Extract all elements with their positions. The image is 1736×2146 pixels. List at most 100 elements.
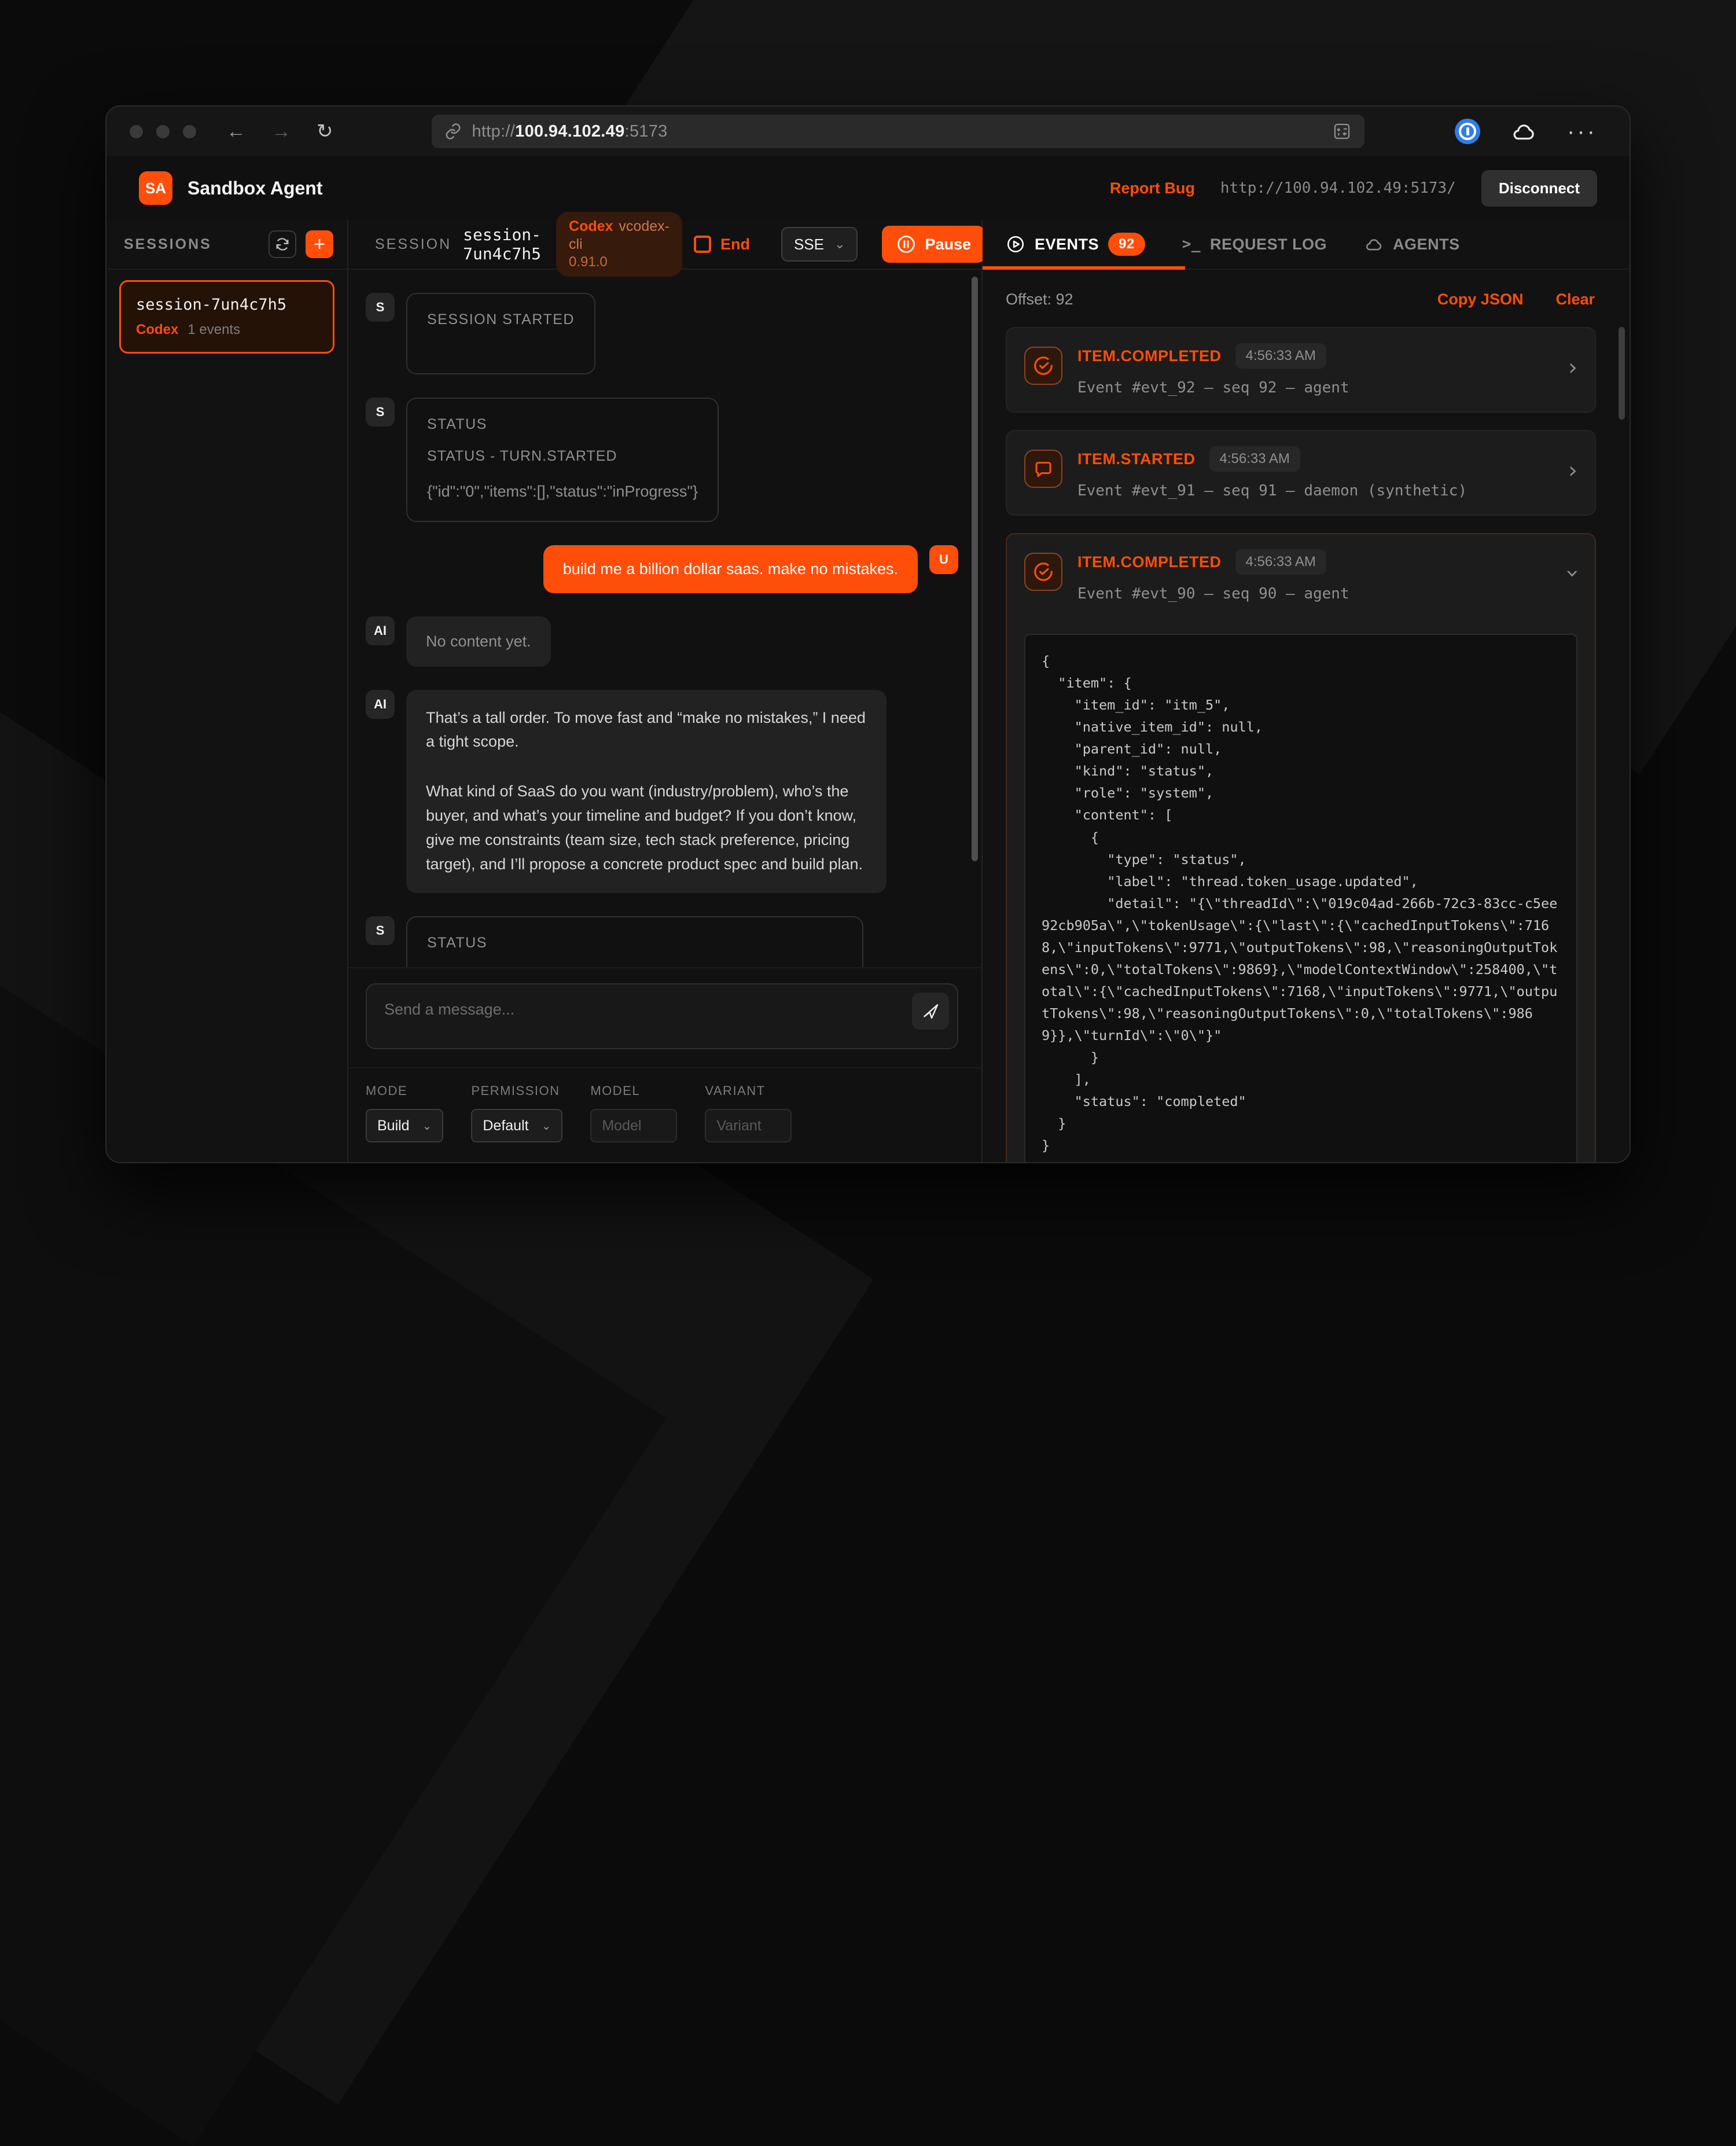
user-avatar: U [929, 545, 958, 574]
tab-events[interactable]: EVENTS 92 [1006, 233, 1145, 256]
report-bug-link[interactable]: Report Bug [1110, 179, 1195, 197]
event-summary: Event #evt_90 — seq 90 — agent [1077, 585, 1553, 602]
refresh-icon [274, 236, 290, 252]
ai-paragraph: What kind of SaaS do you want (industry/… [426, 780, 867, 876]
new-session-button[interactable]: + [306, 230, 333, 258]
system-message: S STATUS STATUS - THREAD.TOKEN_USAGE.UPD… [366, 916, 958, 967]
events-scrollbar[interactable] [1619, 327, 1625, 420]
message-list[interactable]: S SESSION STARTED S STATUS STATUS - TURN… [348, 270, 981, 967]
cloud-icon[interactable] [1510, 121, 1537, 142]
message-title: SESSION STARTED [427, 311, 575, 328]
event-type: ITEM.COMPLETED [1077, 553, 1222, 571]
window-controls [130, 125, 196, 138]
model-label: MODEL [590, 1083, 677, 1098]
event-time: 4:56:33 AM [1209, 446, 1300, 472]
pause-button[interactable]: Pause [882, 226, 985, 263]
ai-paragraph: That’s a tall order. To move fast and “m… [426, 706, 867, 755]
events-count-badge: 92 [1108, 233, 1145, 256]
chevron-right-icon[interactable]: › [1568, 356, 1577, 379]
chat-bubble-icon [1024, 450, 1062, 488]
variant-input[interactable] [705, 1109, 792, 1142]
forward-icon[interactable]: → [271, 120, 291, 143]
session-agent-label: Codex [136, 322, 178, 338]
tab-agents[interactable]: AGENTS [1364, 236, 1460, 253]
transport-select[interactable]: SSE⌄ [781, 227, 858, 262]
system-message: S STATUS STATUS - TURN.STARTED {"id":"0"… [366, 398, 958, 522]
message-payload: {"id":"0","items":[],"status":"inProgres… [427, 480, 698, 504]
address-bar[interactable]: http://100.94.102.49:5173 [432, 115, 1364, 148]
maximize-window-button[interactable] [183, 125, 196, 138]
session-name: session-7un4c7h5 [136, 296, 318, 314]
ai-message: AI No content yet. [366, 616, 958, 667]
permission-label: PERMISSION [471, 1083, 562, 1098]
url-text: http://100.94.102.49:5173 [472, 122, 668, 141]
event-card[interactable]: ITEM.COMPLETED 4:56:33 AM Event #evt_92 … [1006, 327, 1596, 413]
clear-button[interactable]: Clear [1555, 291, 1595, 308]
browser-chrome: ← → ↻ http://100.94.102.49:5173 ··· [106, 106, 1630, 156]
ai-avatar: AI [366, 616, 395, 645]
session-event-count: 1 events [187, 322, 240, 338]
events-list[interactable]: ITEM.COMPLETED 4:56:33 AM Event #evt_92 … [983, 322, 1630, 1162]
minimize-window-button[interactable] [156, 125, 170, 138]
disconnect-button[interactable]: Disconnect [1481, 170, 1597, 207]
mode-label: MODE [366, 1083, 443, 1098]
permission-select[interactable]: Default⌄ [471, 1109, 562, 1142]
refresh-sessions-button[interactable] [269, 230, 296, 258]
tab-request-log[interactable]: >_ REQUEST LOG [1182, 236, 1327, 253]
password-manager-icon[interactable] [1455, 119, 1480, 144]
event-card-expanded[interactable]: ITEM.COMPLETED 4:56:33 AM Event #evt_90 … [1006, 533, 1596, 1162]
session-list-item[interactable]: session-7un4c7h5 Codex 1 events [119, 280, 334, 354]
chevron-down-icon: ⌄ [422, 1119, 432, 1133]
message-title: STATUS [427, 416, 698, 433]
more-menu-icon[interactable]: ··· [1567, 119, 1597, 145]
mode-select[interactable]: Build⌄ [366, 1109, 443, 1142]
copy-json-button[interactable]: Copy JSON [1437, 291, 1524, 308]
message-subtitle: STATUS - TURN.STARTED [427, 448, 698, 465]
variant-label: VARIANT [705, 1083, 792, 1098]
model-input[interactable] [590, 1109, 677, 1142]
session-label: SESSION [375, 236, 451, 253]
sessions-sidebar: SESSIONS + session-7un4c7h5 Codex 1 even… [106, 220, 348, 1162]
events-panel: EVENTS 92 >_ REQUEST LOG AGENTS Offset: … [983, 220, 1630, 1162]
ai-message: AI That’s a tall order. To move fast and… [366, 690, 958, 893]
agent-badge: Codexvcodex-cli 0.91.0 [556, 212, 682, 277]
event-json-payload: { "item": { "item_id": "itm_5", "native_… [1024, 634, 1577, 1162]
check-circle-icon [1024, 347, 1062, 385]
browser-window: ← → ↻ http://100.94.102.49:5173 ··· SA S… [105, 105, 1631, 1163]
play-circle-icon [1006, 234, 1025, 254]
active-tab-indicator [983, 266, 1185, 270]
app-title: Sandbox Agent [187, 178, 322, 199]
avatar: S [366, 293, 395, 322]
chevron-down-icon: ⌄ [834, 237, 845, 252]
chevron-down-icon[interactable]: › [1561, 569, 1584, 578]
offset-label: Offset: 92 [1006, 291, 1073, 308]
message-title: STATUS [427, 935, 843, 951]
chevron-right-icon[interactable]: › [1568, 459, 1577, 482]
chat-scrollbar[interactable] [972, 277, 978, 861]
ai-message-text: No content yet. [406, 616, 551, 667]
end-checkbox[interactable] [694, 236, 711, 253]
back-icon[interactable]: ← [226, 120, 246, 143]
end-label: End [720, 236, 750, 253]
cloud-icon [1364, 236, 1384, 252]
app-logo: SA [139, 171, 172, 205]
reader-sidebar-icon[interactable] [1332, 122, 1352, 141]
close-window-button[interactable] [130, 125, 143, 138]
event-time: 4:56:33 AM [1235, 343, 1326, 369]
event-time: 4:56:33 AM [1235, 549, 1326, 575]
link-icon [444, 123, 462, 140]
event-summary: Event #evt_92 — seq 92 — agent [1077, 379, 1553, 396]
app-header: SA Sandbox Agent Report Bug http://100.9… [106, 156, 1630, 220]
system-message: S SESSION STARTED [366, 293, 958, 374]
event-card[interactable]: ITEM.STARTED 4:56:33 AM Event #evt_91 — … [1006, 430, 1596, 516]
pause-circle-icon [896, 234, 917, 255]
send-button[interactable] [912, 993, 949, 1030]
message-input[interactable] [366, 983, 958, 1049]
chat-column: SESSION session-7un4c7h5 Codexvcodex-cli… [348, 220, 983, 1162]
terminal-icon: >_ [1182, 236, 1201, 253]
chevron-down-icon: ⌄ [542, 1119, 551, 1133]
avatar: S [366, 398, 395, 427]
ai-avatar: AI [366, 690, 395, 719]
user-message-text: build me a billion dollar saas. make no … [543, 545, 918, 593]
reload-icon[interactable]: ↻ [317, 120, 333, 143]
